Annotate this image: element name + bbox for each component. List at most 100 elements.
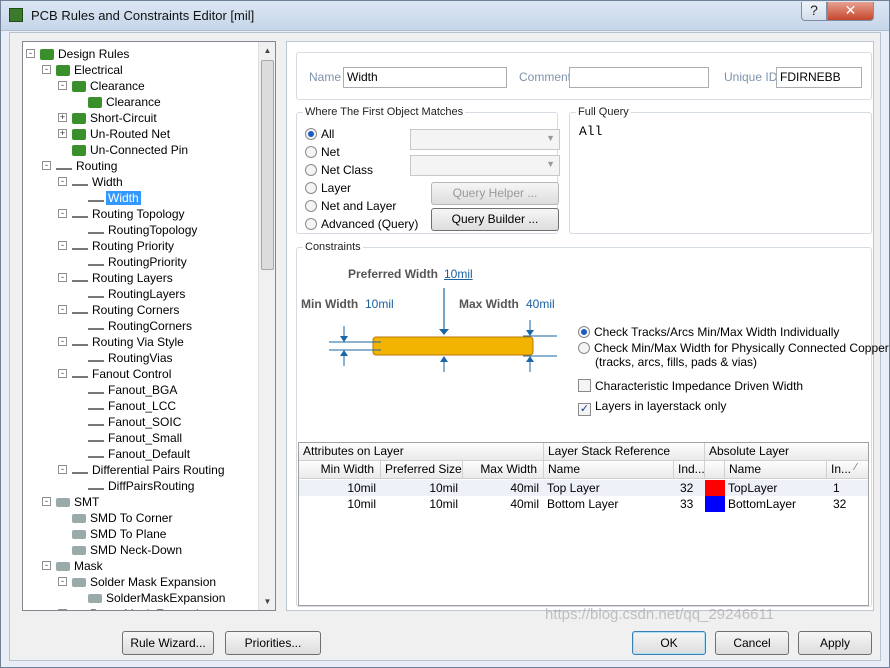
table-row[interactable]: 10mil 10mil 40mil Top Layer 32 TopLayer 1 bbox=[299, 480, 868, 496]
table-cell[interactable]: 40mil bbox=[463, 496, 541, 512]
table-row[interactable]: 10mil 10mil 40mil Bottom Layer 33 BottomLayer… bbox=[299, 496, 868, 512]
table-cell[interactable]: 10mil bbox=[299, 480, 378, 496]
collapse-icon[interactable]: - bbox=[58, 337, 67, 346]
collapse-icon[interactable]: - bbox=[58, 369, 67, 378]
match-option[interactable]: Net bbox=[305, 145, 340, 159]
radio-icon[interactable] bbox=[305, 182, 317, 194]
object-match-box: Where The First Object Matches All Net Net… bbox=[296, 106, 560, 234]
scroll-down-icon[interactable]: ▼ bbox=[259, 593, 275, 610]
radio-icon[interactable] bbox=[305, 146, 317, 158]
priorities-button[interactable]: Priorities... bbox=[225, 631, 321, 655]
collapse-icon[interactable]: - bbox=[58, 241, 67, 250]
table-cell[interactable]: 32 bbox=[677, 480, 705, 496]
rules-tree[interactable]: - Design Rules - Electrical - Clearance Cleara… bbox=[22, 41, 276, 611]
tree-scrollbar[interactable]: ▲ ▼ bbox=[258, 42, 275, 610]
collapse-icon[interactable]: - bbox=[58, 305, 67, 314]
match-option-label: Net Class bbox=[321, 163, 374, 177]
tree-node-label: Paste Mask Expansion bbox=[88, 607, 214, 610]
collapse-icon[interactable]: - bbox=[42, 561, 51, 570]
scroll-thumb[interactable] bbox=[261, 60, 274, 270]
radio-icon[interactable] bbox=[305, 128, 317, 140]
tree-node-label: Width bbox=[106, 191, 141, 205]
match-option[interactable]: All bbox=[305, 127, 334, 141]
rule-icon bbox=[56, 65, 70, 77]
sort-indicator-icon: ⁄ bbox=[855, 462, 857, 473]
column-header[interactable]: Name bbox=[725, 461, 827, 479]
title-bar[interactable]: PCB Rules and Constraints Editor [mil] ?… bbox=[1, 1, 889, 31]
table-cell[interactable]: BottomLayer bbox=[728, 496, 827, 512]
component-icon bbox=[88, 594, 102, 604]
collapse-icon[interactable]: - bbox=[42, 65, 51, 74]
full-query-text[interactable]: All bbox=[579, 124, 602, 139]
collapse-icon[interactable]: - bbox=[58, 209, 67, 218]
apply-button[interactable]: Apply bbox=[798, 631, 872, 655]
routing-icon bbox=[72, 243, 88, 251]
rule-properties-panel: Name Width Comment Unique ID FDIRNEBB Wh… bbox=[286, 41, 889, 611]
preferred-width-label: Preferred Width bbox=[348, 267, 438, 281]
radio-icon[interactable] bbox=[305, 200, 317, 212]
collapse-icon[interactable]: - bbox=[58, 609, 67, 610]
ok-button[interactable]: OK bbox=[632, 631, 706, 655]
checkbox-icon[interactable] bbox=[578, 379, 591, 392]
impedance-driven-checkbox[interactable]: Characteristic Impedance Driven Width bbox=[578, 379, 803, 393]
tree-node-content: Solder Mask Expansion bbox=[72, 574, 218, 590]
collapse-icon[interactable]: - bbox=[42, 497, 51, 506]
check-individually-option[interactable]: Check Tracks/Arcs Min/Max Width Individu… bbox=[578, 325, 839, 339]
radio-icon[interactable] bbox=[578, 326, 590, 338]
tree-node-label: Solder Mask Expansion bbox=[90, 575, 217, 589]
column-header[interactable]: Min Width bbox=[299, 461, 381, 479]
match-option[interactable]: Net and Layer bbox=[305, 199, 396, 213]
check-connected-copper-option[interactable]: Check Min/Max Width for Physically Conne… bbox=[578, 341, 889, 355]
layers-in-layerstack-checkbox[interactable]: ✓ Layers in layerstack only bbox=[578, 399, 726, 416]
routing-icon bbox=[88, 323, 104, 331]
collapse-icon[interactable]: - bbox=[58, 273, 67, 282]
query-builder-button[interactable]: Query Builder ... bbox=[431, 208, 559, 231]
table-cell[interactable]: 1 bbox=[830, 480, 868, 496]
collapse-icon[interactable]: - bbox=[58, 465, 67, 474]
rule-wizard-button[interactable]: Rule Wizard... bbox=[122, 631, 214, 655]
table-cell[interactable]: TopLayer bbox=[728, 480, 827, 496]
tree-node-content: Routing Corners bbox=[72, 302, 181, 318]
collapse-icon[interactable]: - bbox=[58, 577, 67, 586]
expand-icon[interactable]: + bbox=[58, 113, 67, 122]
table-cell[interactable]: 10mil bbox=[381, 480, 460, 496]
rule-icon bbox=[88, 97, 102, 109]
match-option[interactable]: Advanced (Query) bbox=[305, 217, 418, 231]
cancel-button[interactable]: Cancel bbox=[715, 631, 789, 655]
table-cell[interactable]: 40mil bbox=[463, 480, 541, 496]
table-cell[interactable]: 10mil bbox=[381, 496, 460, 512]
group-header-absolute-layer: Absolute Layer bbox=[705, 443, 868, 461]
expand-icon[interactable]: + bbox=[58, 129, 67, 138]
comment-field[interactable] bbox=[569, 67, 709, 88]
match-option[interactable]: Net Class bbox=[305, 163, 373, 177]
layer-attributes-grid[interactable]: Attributes on Layer Layer Stack Referenc… bbox=[298, 442, 869, 606]
collapse-icon[interactable]: - bbox=[26, 49, 35, 58]
column-header[interactable]: Name bbox=[544, 461, 674, 479]
column-header[interactable] bbox=[705, 461, 725, 479]
help-button[interactable]: ? bbox=[801, 2, 827, 21]
unique-id-field[interactable]: FDIRNEBB bbox=[776, 67, 862, 88]
table-cell[interactable]: Bottom Layer bbox=[547, 496, 674, 512]
column-header[interactable]: Ind... bbox=[674, 461, 705, 479]
checkbox-icon[interactable]: ✓ bbox=[578, 403, 591, 416]
table-cell[interactable]: 32 bbox=[830, 496, 868, 512]
table-cell[interactable]: 33 bbox=[677, 496, 705, 512]
preferred-width-value[interactable]: 10mil bbox=[444, 267, 473, 281]
column-header[interactable]: In... bbox=[827, 461, 868, 479]
tree-node-content: Routing Topology bbox=[72, 206, 187, 222]
table-cell[interactable]: Top Layer bbox=[547, 480, 674, 496]
collapse-icon[interactable]: - bbox=[58, 177, 67, 186]
close-button[interactable]: ✕ bbox=[827, 2, 874, 21]
table-cell[interactable]: 10mil bbox=[299, 496, 378, 512]
radio-icon[interactable] bbox=[305, 218, 317, 230]
column-header[interactable]: Preferred Size bbox=[381, 461, 463, 479]
column-header[interactable]: Max Width bbox=[463, 461, 544, 479]
scroll-up-icon[interactable]: ▲ bbox=[259, 42, 275, 59]
collapse-icon[interactable]: - bbox=[58, 81, 67, 90]
collapse-icon[interactable]: - bbox=[42, 161, 51, 170]
name-field[interactable]: Width bbox=[343, 67, 507, 88]
radio-icon[interactable] bbox=[578, 342, 590, 354]
radio-icon[interactable] bbox=[305, 164, 317, 176]
match-option[interactable]: Layer bbox=[305, 181, 351, 195]
routing-icon bbox=[88, 419, 104, 427]
